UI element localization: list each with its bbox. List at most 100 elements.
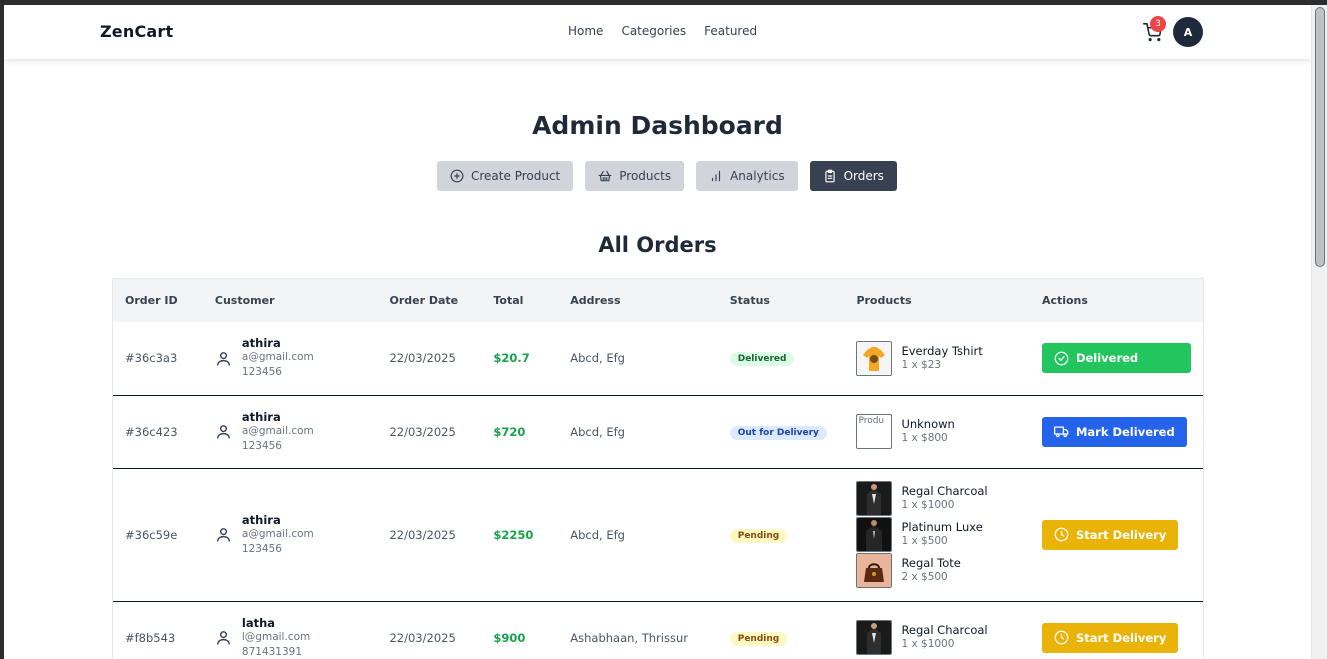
status-cell: Pending — [718, 468, 845, 601]
table-row: #36c3a3 athira a@gmail.com 123456 22/03/… — [113, 322, 1203, 395]
actions-cell: Mark Delivered — [1030, 395, 1203, 468]
order-total: $720 — [493, 424, 526, 439]
tab-analytics[interactable]: Analytics — [696, 161, 798, 191]
delivered-button[interactable]: Delivered — [1041, 343, 1191, 374]
customer-name: athira — [241, 409, 281, 424]
product-name: Regal Tote — [901, 556, 961, 570]
product-item: Platinum Luxe 1 x $500 — [856, 517, 1018, 552]
order-total: $20.7 — [493, 351, 530, 366]
order-total: $900 — [493, 630, 526, 645]
col-order-id[interactable]: Order ID — [113, 279, 203, 322]
scrollbar-thumb[interactable] — [1315, 7, 1325, 267]
status-cell: Delivered — [718, 322, 845, 395]
brand-logo[interactable]: ZenCart — [100, 22, 173, 41]
app-viewport: ZenCart Home Categories Featured 3 A Adm… — [4, 5, 1311, 659]
order-id: #f8b543 — [125, 630, 176, 645]
basket-icon — [598, 170, 612, 182]
user-icon — [217, 631, 230, 645]
orders-table: Order ID Customer Order Date Total Addre… — [112, 278, 1204, 659]
cart-button[interactable]: 3 — [1143, 16, 1166, 43]
order-id: #36c59e — [125, 527, 178, 542]
product-qty: 1 x $800 — [901, 432, 948, 444]
order-date: 22/03/2025 — [389, 424, 456, 439]
actions-cell: Start Delivery — [1030, 468, 1203, 601]
product-item: Regal Tote 2 x $500 — [856, 553, 1018, 588]
user-icon — [217, 425, 230, 439]
clipboard-icon — [824, 169, 835, 183]
tab-label: Create Product — [471, 169, 561, 183]
col-status[interactable]: Status — [717, 279, 845, 322]
status-cell: Out for Delivery — [718, 395, 845, 468]
customer-name: athira — [241, 336, 281, 351]
nav-home[interactable]: Home — [568, 24, 603, 38]
tab-products[interactable]: Products — [585, 161, 685, 191]
tab-label: Orders — [843, 169, 884, 183]
customer-phone: 123456 — [241, 366, 282, 379]
dashboard-tabs: Create Product Products Analytics Orders — [437, 161, 897, 191]
col-total[interactable]: Total — [481, 279, 559, 322]
customer-name: athira — [241, 512, 281, 527]
product-thumbnail — [856, 340, 893, 376]
order-date: 22/03/2025 — [389, 351, 456, 366]
user-avatar[interactable]: A — [1173, 17, 1203, 47]
tab-label: Analytics — [730, 169, 785, 183]
mark-delivered-button[interactable]: Mark Delivered — [1041, 416, 1187, 447]
handbag-image-icon — [857, 554, 892, 587]
tab-orders[interactable]: Orders — [809, 161, 897, 191]
nav-featured[interactable]: Featured — [704, 24, 757, 38]
product-item: Regal Charcoal 1 x $1000 — [856, 620, 1018, 655]
nav-categories[interactable]: Categories — [621, 24, 686, 38]
status-badge: Pending — [729, 631, 788, 646]
customer-email: a@gmail.com — [241, 351, 314, 364]
product-thumbnail — [856, 481, 893, 516]
col-customer[interactable]: Customer — [202, 279, 378, 322]
product-thumbnail — [856, 517, 893, 552]
bar-chart-icon — [711, 170, 721, 182]
product-thumbnail — [856, 553, 893, 588]
customer-phone: 123456 — [241, 542, 282, 555]
product-qty: 1 x $500 — [901, 535, 948, 547]
order-address: Abcd, Efg — [570, 351, 625, 366]
actions-cell: Start Delivery — [1030, 601, 1203, 659]
customer-email: a@gmail.com — [241, 527, 314, 540]
product-name: Unknown — [901, 417, 955, 431]
order-address: Abcd, Efg — [570, 424, 625, 439]
products-cell: Produ Unknown 1 x $800 — [844, 395, 1030, 468]
table-row: #f8b543 latha l@gmail.com 871431391 22/0… — [113, 601, 1203, 659]
start-delivery-button[interactable]: Start Delivery — [1041, 519, 1179, 550]
col-order-date[interactable]: Order Date — [377, 279, 482, 322]
user-icon — [217, 351, 230, 366]
product-name: Regal Charcoal — [901, 484, 988, 498]
navbar: ZenCart Home Categories Featured 3 A — [4, 5, 1311, 59]
order-date: 22/03/2025 — [389, 630, 456, 645]
order-date: 22/03/2025 — [389, 527, 456, 542]
table-row: #36c59e athira a@gmail.com 123456 22/03/… — [113, 468, 1203, 601]
product-item: Produ Unknown 1 x $800 — [856, 414, 1018, 449]
col-actions[interactable]: Actions — [1029, 279, 1203, 322]
vertical-scrollbar[interactable] — [1311, 5, 1327, 659]
customer-name: latha — [241, 615, 276, 630]
button-label: Mark Delivered — [1075, 424, 1175, 439]
status-badge: Out for Delivery — [729, 425, 827, 440]
button-label: Start Delivery — [1075, 630, 1167, 645]
check-circle-icon — [1054, 351, 1069, 366]
order-id: #36c423 — [125, 424, 178, 439]
truck-icon — [1053, 426, 1069, 438]
product-name: Regal Charcoal — [901, 623, 988, 637]
status-cell: Pending — [718, 601, 845, 659]
suit-image-icon — [857, 621, 892, 654]
product-item: Regal Charcoal 1 x $1000 — [856, 481, 1018, 516]
start-delivery-button[interactable]: Start Delivery — [1041, 622, 1179, 653]
table-header: Order ID Customer Order Date Total Addre… — [113, 279, 1203, 322]
status-badge: Pending — [729, 528, 788, 543]
clock-icon — [1054, 630, 1069, 645]
button-label: Start Delivery — [1075, 527, 1167, 542]
status-badge: Delivered — [729, 352, 795, 367]
tab-create-product[interactable]: Create Product — [437, 161, 574, 191]
col-products[interactable]: Products — [844, 279, 1030, 322]
table-row: #36c423 athira a@gmail.com 123456 22/03/… — [113, 395, 1203, 468]
product-item: Everday Tshirt 1 x $23 — [856, 340, 1018, 376]
products-cell: Regal Charcoal 1 x $1000 — [844, 601, 1030, 659]
order-address: Abcd, Efg — [570, 527, 625, 542]
col-address[interactable]: Address — [558, 279, 718, 322]
